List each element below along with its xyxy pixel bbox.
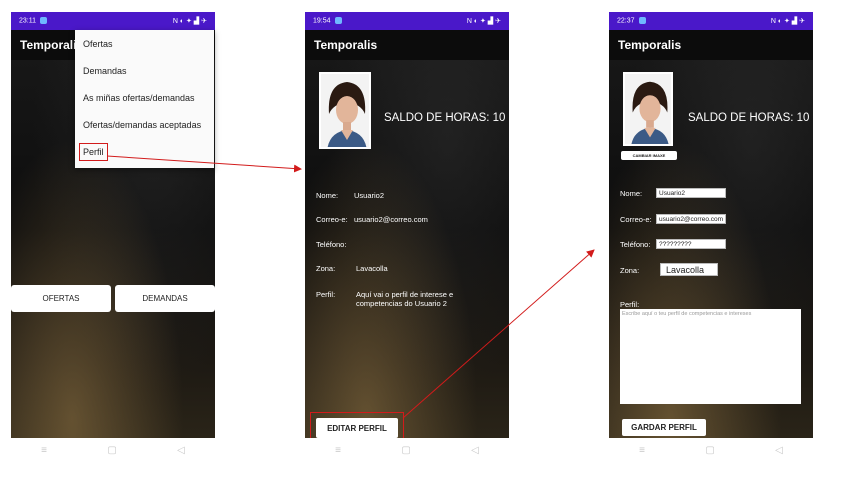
label-perfil: Perfil: bbox=[620, 300, 640, 309]
telefono-field[interactable]: ????????? bbox=[656, 239, 726, 249]
saldo-horas: SALDO DE HORAS: 10 bbox=[384, 112, 506, 124]
screen-content: CAMBIAR IMAXE SALDO DE HORAS: 10 Nome: U… bbox=[609, 60, 813, 438]
cambiar-imaxe-button[interactable]: CAMBIAR IMAXE bbox=[621, 151, 677, 160]
app-bar: Temporalis bbox=[609, 30, 813, 60]
label-correo: Correo-e: bbox=[316, 215, 348, 224]
nav-bar: ≡ ▢ ◁ bbox=[11, 438, 215, 462]
label-zona: Zona: bbox=[620, 266, 640, 275]
menu-item-demandas[interactable]: Demandas bbox=[75, 57, 214, 84]
status-icons: N ◐ ✦ ▟ ✈ bbox=[770, 18, 805, 25]
menu-icon[interactable]: ≡ bbox=[639, 445, 645, 456]
overflow-menu: Ofertas Demandas As miñas ofertas/demand… bbox=[75, 30, 214, 168]
correo-field[interactable]: usuario2@correo.com bbox=[656, 214, 726, 224]
menu-icon[interactable]: ≡ bbox=[41, 445, 47, 456]
saldo-horas: SALDO DE HORAS: 10 bbox=[688, 112, 810, 124]
value-zona: Lavacolla bbox=[356, 264, 388, 273]
status-bar: 22:37 N ◐ ✦ ▟ ✈ bbox=[609, 12, 813, 30]
phone-menu-screen: 23:11 N ◐ ✦ ▟ ✈ Temporalis OFERTAS DEMAN… bbox=[11, 12, 215, 462]
status-time: 19:54 bbox=[313, 17, 331, 25]
label-nome: Nome: bbox=[316, 191, 339, 200]
status-time: 23:11 bbox=[19, 17, 36, 25]
status-icons: N ◐ ✦ ▟ ✈ bbox=[172, 18, 207, 25]
value-nome: Usuario2 bbox=[354, 191, 385, 200]
menu-item-perfil[interactable]: Perfil bbox=[75, 138, 214, 165]
profile-photo bbox=[623, 72, 673, 146]
profile-photo bbox=[319, 72, 371, 149]
menu-icon[interactable]: ≡ bbox=[335, 445, 341, 456]
perfil-textarea[interactable]: Escribe aquí o teu perfil de competencia… bbox=[620, 309, 801, 404]
status-icons: N ◐ ✦ ▟ ✈ bbox=[466, 18, 501, 25]
nome-field[interactable]: Usuario2 bbox=[656, 188, 726, 198]
phone-profile-edit: 22:37 N ◐ ✦ ▟ ✈ Temporalis CAMBIAR IMAXE… bbox=[609, 12, 813, 462]
label-telefono: Teléfono: bbox=[316, 240, 347, 249]
menu-item-accepted[interactable]: Ofertas/demandas aceptadas bbox=[75, 111, 214, 138]
label-zona: Zona: bbox=[316, 264, 336, 273]
label-nome: Nome: bbox=[620, 189, 643, 198]
app-bar: Temporalis bbox=[305, 30, 509, 60]
gardar-perfil-button[interactable]: GARDAR PERFIL bbox=[622, 419, 706, 436]
app-title: Temporalis bbox=[618, 38, 682, 52]
zona-field[interactable]: Lavacolla bbox=[660, 263, 718, 276]
back-triangle-icon[interactable]: ◁ bbox=[177, 445, 185, 456]
demandas-button[interactable]: DEMANDAS bbox=[115, 285, 215, 312]
nav-bar: ≡ ▢ ◁ bbox=[609, 438, 813, 462]
status-bar: 19:54 N ◐ ✦ ▟ ✈ bbox=[305, 12, 509, 30]
app-title: Temporalis bbox=[20, 38, 84, 52]
nav-bar: ≡ ▢ ◁ bbox=[305, 438, 509, 462]
notification-icon bbox=[638, 17, 646, 25]
back-triangle-icon[interactable]: ◁ bbox=[471, 445, 479, 456]
app-title: Temporalis bbox=[314, 38, 378, 52]
home-square-icon[interactable]: ▢ bbox=[401, 445, 410, 456]
menu-item-mine[interactable]: As miñas ofertas/demandas bbox=[75, 84, 214, 111]
highlight-box bbox=[310, 412, 404, 438]
value-correo: usuario2@correo.com bbox=[354, 215, 428, 224]
notification-icon bbox=[334, 17, 342, 25]
ofertas-button[interactable]: OFERTAS bbox=[11, 285, 111, 312]
label-correo: Correo-e: bbox=[620, 215, 652, 224]
notification-icon bbox=[40, 17, 47, 25]
home-square-icon[interactable]: ▢ bbox=[705, 445, 714, 456]
value-perfil: Aquí vai o perfil de interese e competen… bbox=[356, 290, 454, 308]
home-square-icon[interactable]: ▢ bbox=[107, 445, 116, 456]
menu-item-ofertas[interactable]: Ofertas bbox=[75, 30, 214, 57]
status-time: 22:37 bbox=[617, 17, 635, 25]
status-bar: 23:11 N ◐ ✦ ▟ ✈ bbox=[11, 12, 215, 30]
screen-content: SALDO DE HORAS: 10 Nome: Usuario2 Correo… bbox=[305, 60, 509, 438]
stage: 23:11 N ◐ ✦ ▟ ✈ Temporalis OFERTAS DEMAN… bbox=[0, 0, 843, 484]
phone-profile-view: 19:54 N ◐ ✦ ▟ ✈ Temporalis SALDO DE HORA… bbox=[305, 12, 509, 462]
back-triangle-icon[interactable]: ◁ bbox=[775, 445, 783, 456]
label-perfil: Perfil: bbox=[316, 290, 336, 299]
label-telefono: Teléfono: bbox=[620, 240, 651, 249]
